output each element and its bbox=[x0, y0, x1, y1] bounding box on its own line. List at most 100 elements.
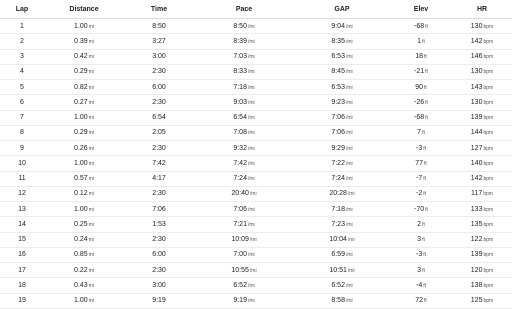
gap-cell-value: 10:04 bbox=[329, 236, 347, 244]
table-row[interactable]: 14 0.25mi 1:53 7:21/mi 7:23/mi 2ft 135bpm bbox=[0, 216, 512, 233]
gap-cell-value: 6:59 bbox=[331, 251, 345, 259]
distance-cell: 1.00mi bbox=[44, 293, 124, 309]
pace-cell: 8:50/mi bbox=[194, 18, 294, 35]
elev-cell-unit: ft bbox=[422, 221, 425, 228]
distance-cell: 0.26mi bbox=[44, 140, 124, 157]
pace-cell-unit: /mi bbox=[247, 54, 255, 61]
table-row[interactable]: 18 0.43mi 3:00 6:52/mi 6:52/mi -4ft 138bpm bbox=[0, 277, 512, 294]
time-cell-value: 1:53 bbox=[152, 220, 166, 228]
elev-cell-value: -26 bbox=[414, 98, 425, 106]
gap-cell-unit: /mi bbox=[345, 176, 353, 183]
distance-cell: 0.22mi bbox=[44, 262, 124, 279]
header-time[interactable]: Time bbox=[124, 0, 194, 19]
table-row[interactable]: 13 1.00mi 7:06 7:06/mi 7:18/mi -70ft 133bpm bbox=[0, 201, 512, 218]
lap-number: 18 bbox=[0, 277, 44, 294]
lap-number: 8 bbox=[0, 125, 44, 142]
distance-cell-unit: mi bbox=[88, 160, 94, 167]
table-row[interactable]: 7 1.00mi 6:54 6:54/mi 7:06/mi -68ft 139bpm bbox=[0, 110, 512, 126]
elev-cell-unit: ft bbox=[422, 237, 425, 244]
table-row[interactable]: 4 0.29mi 2:30 8:33/mi 8:45/mi -21ft 130bpm bbox=[0, 64, 512, 81]
pace-cell-unit: /mi bbox=[247, 69, 255, 76]
table-row[interactable]: 16 0.85mi 6:00 7:00/mi 6:59/mi -3ft 139bpm bbox=[0, 247, 512, 264]
gap-cell-unit: /mi bbox=[345, 160, 353, 167]
hr-cell-unit: bpm bbox=[483, 252, 494, 259]
lap-number-value: 14 bbox=[18, 220, 26, 228]
header-hr[interactable]: HR bbox=[452, 0, 512, 19]
pace-cell-value: 9:32 bbox=[233, 144, 247, 152]
gap-cell: 6:52/mi bbox=[294, 277, 390, 294]
elev-cell-unit: ft bbox=[423, 191, 426, 198]
table-row[interactable]: 3 0.42mi 3:00 7:03/mi 6:53/mi 18ft 146bpm bbox=[0, 49, 512, 65]
gap-cell: 9:23/mi bbox=[294, 94, 390, 111]
table-row[interactable]: 2 0.39mi 3:27 8:39/mi 8:35/mi 1ft 142bpm bbox=[0, 33, 512, 50]
table-row[interactable]: 17 0.22mi 2:30 10:55/mi 10:51/mi 3ft 120bpm bbox=[0, 262, 512, 279]
elev-cell-unit: ft bbox=[423, 145, 426, 152]
header-gap[interactable]: GAP bbox=[294, 0, 390, 19]
pace-cell-value: 7:42 bbox=[233, 159, 247, 167]
hr-cell-value: 133 bbox=[470, 205, 483, 213]
table-row[interactable]: 1 1.00mi 8:50 8:50/mi 9:04/mi -68ft 130bpm bbox=[0, 18, 512, 35]
table-row[interactable]: 9 0.26mi 2:30 9:32/mi 9:29/mi -3ft 127bpm bbox=[0, 140, 512, 157]
table-row[interactable]: 8 0.29mi 2:05 7:08/mi 7:06/mi 7ft 144bpm bbox=[0, 125, 512, 142]
distance-cell-value: 1.00 bbox=[74, 114, 88, 122]
hr-cell: 142bpm bbox=[452, 33, 512, 50]
lap-number-value: 13 bbox=[18, 205, 26, 213]
lap-number: 3 bbox=[0, 49, 44, 65]
gap-cell: 7:23/mi bbox=[294, 216, 390, 233]
elev-cell: -26ft bbox=[390, 94, 452, 111]
hr-cell-unit: bpm bbox=[483, 84, 494, 91]
elev-cell: -3ft bbox=[390, 247, 452, 264]
gap-cell-unit: /mi bbox=[345, 23, 353, 30]
distance-cell: 1.00mi bbox=[44, 201, 124, 218]
hr-cell-unit: bpm bbox=[483, 145, 494, 152]
elev-cell-unit: ft bbox=[425, 23, 428, 30]
table-row[interactable]: 5 0.82mi 6:00 7:18/mi 6:53/mi 90ft 143bpm bbox=[0, 79, 512, 96]
time-cell-value: 7:42 bbox=[152, 159, 166, 167]
hr-cell-value: 142 bbox=[470, 37, 483, 45]
pace-cell-unit: /mi bbox=[247, 23, 255, 30]
table-row[interactable]: 19 1.00mi 9:19 9:19/mi 8:58/mi 72ft 125bpm bbox=[0, 293, 512, 309]
time-cell: 7:42 bbox=[124, 155, 194, 172]
lap-number: 17 bbox=[0, 262, 44, 279]
hr-cell-unit: bpm bbox=[483, 282, 494, 289]
header-pace[interactable]: Pace bbox=[194, 0, 294, 19]
table-row[interactable]: 6 0.27mi 2:30 9:03/mi 9:23/mi -26ft 130bpm bbox=[0, 94, 512, 111]
header-lap[interactable]: Lap bbox=[0, 0, 44, 19]
elev-cell: -2ft bbox=[390, 186, 452, 203]
elev-cell-value: 1 bbox=[417, 37, 422, 45]
lap-number-value: 9 bbox=[20, 144, 24, 152]
time-cell: 6:00 bbox=[124, 247, 194, 264]
hr-cell-unit: bpm bbox=[483, 23, 494, 30]
header-distance[interactable]: Distance bbox=[44, 0, 124, 19]
gap-cell-unit: /mi bbox=[345, 282, 353, 289]
table-row[interactable]: 15 0.24mi 2:30 10:09/mi 10:04/mi 3ft 122bpm bbox=[0, 232, 512, 248]
table-row[interactable]: 10 1.00mi 7:42 7:42/mi 7:22/mi 77ft 140bpm bbox=[0, 155, 512, 172]
elev-cell: -68ft bbox=[390, 18, 452, 35]
gap-cell-value: 7:22 bbox=[331, 159, 345, 167]
hr-cell-unit: bpm bbox=[483, 130, 494, 137]
gap-cell: 6:53/mi bbox=[294, 49, 390, 65]
lap-number: 15 bbox=[0, 232, 44, 248]
distance-cell-value: 0.82 bbox=[74, 83, 88, 91]
table-row[interactable]: 12 0.12mi 2:30 20:40/mi 20:28/mi -2ft 117bpm bbox=[0, 186, 512, 203]
gap-cell-value: 6:53 bbox=[331, 83, 345, 91]
distance-cell-unit: mi bbox=[88, 69, 94, 76]
pace-cell-unit: /mi bbox=[247, 282, 255, 289]
lap-number-value: 5 bbox=[20, 83, 24, 91]
time-cell: 4:17 bbox=[124, 171, 194, 187]
time-cell-value: 3:27 bbox=[152, 37, 166, 45]
pace-cell: 8:39/mi bbox=[194, 33, 294, 50]
elev-cell-value: 18 bbox=[415, 53, 423, 61]
pace-cell-unit: /mi bbox=[249, 191, 257, 198]
hr-cell: 130bpm bbox=[452, 18, 512, 35]
lap-number-value: 19 bbox=[18, 297, 26, 305]
hr-cell-unit: bpm bbox=[483, 115, 494, 122]
hr-cell-unit: bpm bbox=[483, 206, 494, 213]
table-row[interactable]: 11 0.57mi 4:17 7:24/mi 7:24/mi -7ft 142bpm bbox=[0, 171, 512, 187]
time-cell-value: 2:30 bbox=[152, 98, 166, 106]
elev-cell: -70ft bbox=[390, 201, 452, 218]
laps-header-row: Lap Distance Time Pace GAP Elev HR bbox=[0, 0, 512, 19]
distance-cell-unit: mi bbox=[88, 252, 94, 259]
header-elev[interactable]: Elev bbox=[390, 0, 452, 19]
hr-cell-value: 130 bbox=[470, 98, 483, 106]
